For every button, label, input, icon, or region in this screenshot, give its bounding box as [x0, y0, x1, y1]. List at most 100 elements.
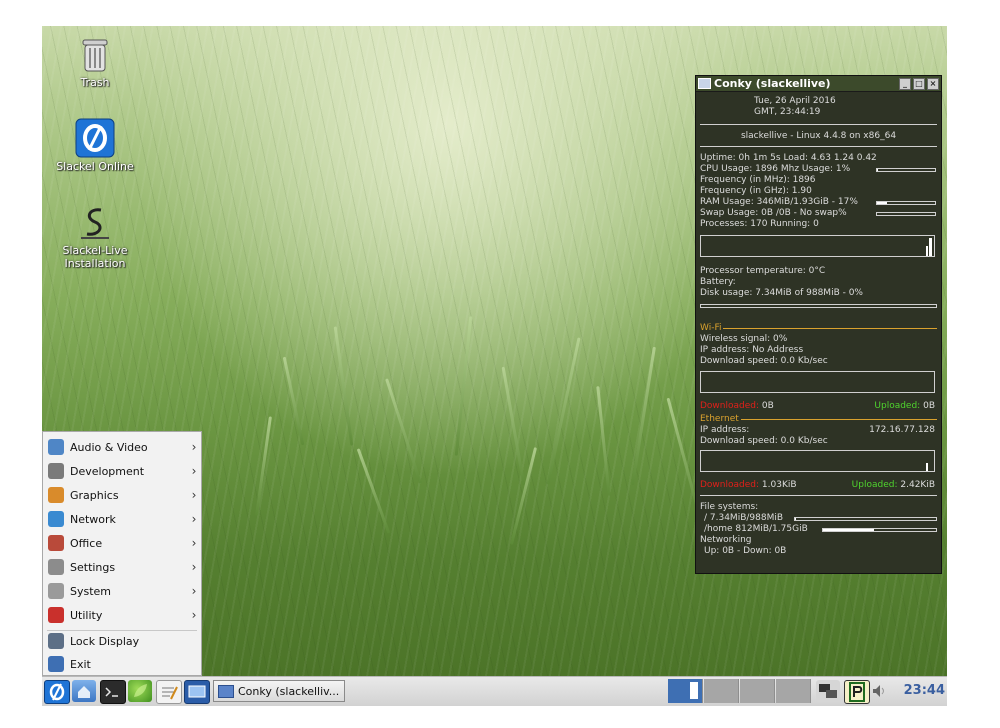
- desktop-icon-label: Slackel Online: [56, 160, 134, 173]
- menu-item-system[interactable]: System ›: [45, 580, 199, 602]
- wifi-uploaded-label: Uploaded:: [874, 401, 921, 411]
- desktop-icon-trash[interactable]: Trash: [42, 34, 150, 89]
- chevron-right-icon: ›: [191, 608, 197, 622]
- conky-networking-line: Up: 0B - Down: 0B: [704, 546, 787, 556]
- workspace-2[interactable]: [704, 679, 739, 703]
- graphics-icon: [48, 487, 64, 503]
- task-button-label: Conky (slackelliv...: [238, 684, 340, 698]
- menu-item-graphics[interactable]: Graphics ›: [45, 484, 199, 506]
- swap-usage-bar: [876, 212, 936, 216]
- package-updater-button[interactable]: [844, 680, 870, 704]
- menu-item-office[interactable]: Office ›: [45, 532, 199, 554]
- wifi-uploaded: Uploaded: 0B: [874, 401, 935, 412]
- application-menu[interactable]: Audio & Video › Development › Graphics › Netwo…: [42, 431, 202, 676]
- menu-item-label: Office: [70, 536, 103, 550]
- workspace-1[interactable]: [668, 679, 703, 703]
- slackel-logo-icon: [75, 118, 115, 158]
- installer-icon: [75, 202, 115, 242]
- system-icon: [48, 583, 64, 599]
- menu-item-label: Network: [70, 512, 116, 526]
- show-desktop-icon: [188, 685, 206, 698]
- conky-eth-download: Download speed: 0.0 Kb/sec: [700, 436, 828, 446]
- show-desktop-button[interactable]: [184, 680, 210, 704]
- eth-uploaded-label: Uploaded:: [851, 480, 898, 490]
- ethernet-traffic-row: Downloaded: 1.03KiB Uploaded: 2.42KiB: [700, 480, 937, 491]
- ethernet-graph-spike: [926, 463, 928, 471]
- clock[interactable]: 23:44: [904, 683, 945, 698]
- conky-fs-header: File systems:: [700, 502, 759, 512]
- utility-icon: [48, 607, 64, 623]
- home-folder-icon: [78, 686, 90, 698]
- leaf-browser-icon: [134, 684, 147, 697]
- menu-item-exit[interactable]: Exit: [45, 653, 199, 675]
- wifi-header: Wi-Fi: [700, 323, 937, 334]
- ethernet-header: Ethernet: [700, 414, 937, 425]
- desktop: Trash Slackel Online Slackel-Live Instal…: [42, 26, 947, 706]
- network-icon: [48, 511, 64, 527]
- divider: [700, 495, 937, 496]
- network-manager-button[interactable]: [816, 680, 840, 702]
- workspace-4[interactable]: [776, 679, 811, 703]
- cpu-graph: [700, 235, 935, 257]
- conky-wifi-ip: IP address: No Address: [700, 345, 804, 355]
- start-menu-button[interactable]: [44, 680, 70, 704]
- window-title: Conky (slackellive): [714, 77, 831, 90]
- maximize-button[interactable]: □: [913, 77, 925, 90]
- divider: [700, 124, 937, 125]
- slackel-logo-icon: [49, 683, 65, 701]
- development-icon: [48, 463, 64, 479]
- wifi-downloaded-value: 0B: [761, 401, 774, 411]
- trash-icon: [75, 34, 115, 74]
- conky-wifi-download: Download speed: 0.0 Kb/sec: [700, 356, 828, 366]
- cpu-graph-spike: [929, 238, 932, 256]
- menu-item-lock-display[interactable]: Lock Display: [45, 630, 199, 652]
- menu-item-utility[interactable]: Utility ›: [45, 604, 199, 626]
- menu-item-label: Audio & Video: [70, 440, 148, 454]
- terminal-button[interactable]: [100, 680, 126, 704]
- workspace-3[interactable]: [740, 679, 775, 703]
- menu-item-development[interactable]: Development ›: [45, 460, 199, 482]
- conky-window[interactable]: Conky (slackellive) _ □ × Tue, 26 April …: [695, 75, 942, 574]
- menu-item-network[interactable]: Network ›: [45, 508, 199, 530]
- chevron-right-icon: ›: [191, 560, 197, 574]
- fs-root-bar: [794, 517, 937, 521]
- eth-uploaded-value: 2.42KiB: [900, 480, 935, 490]
- conky-titlebar[interactable]: Conky (slackellive) _ □ ×: [696, 76, 941, 92]
- cpu-usage-fill: [877, 169, 878, 171]
- desktop-icon-label: Slackel-Live Installation: [62, 244, 128, 270]
- office-icon: [48, 535, 64, 551]
- conky-proc-temp: Processor temperature: 0°C: [700, 266, 826, 276]
- desktop-icon-slackel-live-installation[interactable]: Slackel-Live Installation: [42, 202, 150, 270]
- text-editor-button[interactable]: [156, 680, 182, 704]
- close-button[interactable]: ×: [927, 77, 939, 90]
- exit-icon: [48, 656, 64, 672]
- minimize-button[interactable]: _: [899, 77, 911, 90]
- terminal-icon: [105, 687, 118, 697]
- chevron-right-icon: ›: [191, 464, 197, 478]
- menu-item-label: System: [70, 584, 112, 598]
- wifi-header-rule: [700, 328, 937, 329]
- eth-downloaded-value: 1.03KiB: [761, 480, 797, 490]
- chevron-right-icon: ›: [191, 512, 197, 526]
- volume-button[interactable]: [870, 680, 888, 702]
- menu-item-settings[interactable]: Settings ›: [45, 556, 199, 578]
- conky-freq-mhz: Frequency (in MHz): 1896: [700, 175, 816, 185]
- web-browser-button[interactable]: [128, 680, 152, 702]
- conky-uptime: Uptime: 0h 1m 5s Load: 4.63 1.24 0.42: [700, 153, 877, 163]
- wifi-traffic-row: Downloaded: 0B Uploaded: 0B: [700, 401, 937, 412]
- cpu-usage-bar: [876, 168, 936, 172]
- chevron-right-icon: ›: [191, 440, 197, 454]
- home-folder-button[interactable]: [72, 680, 96, 702]
- task-button-conky[interactable]: Conky (slackelliv...: [213, 680, 345, 702]
- wifi-downloaded-label: Downloaded:: [700, 401, 760, 411]
- cpu-graph-spike: [926, 246, 928, 256]
- menu-item-audio-video[interactable]: Audio & Video ›: [45, 436, 199, 458]
- volume-icon: [873, 685, 884, 697]
- settings-icon: [48, 559, 64, 575]
- package-updater-icon: [849, 682, 865, 702]
- chevron-right-icon: ›: [191, 536, 197, 550]
- desktop-icon-slackel-online[interactable]: Slackel Online: [42, 118, 150, 173]
- eth-ip-label: IP address:: [700, 425, 750, 435]
- ram-usage-fill: [877, 202, 887, 204]
- fs-root-fill: [795, 518, 797, 520]
